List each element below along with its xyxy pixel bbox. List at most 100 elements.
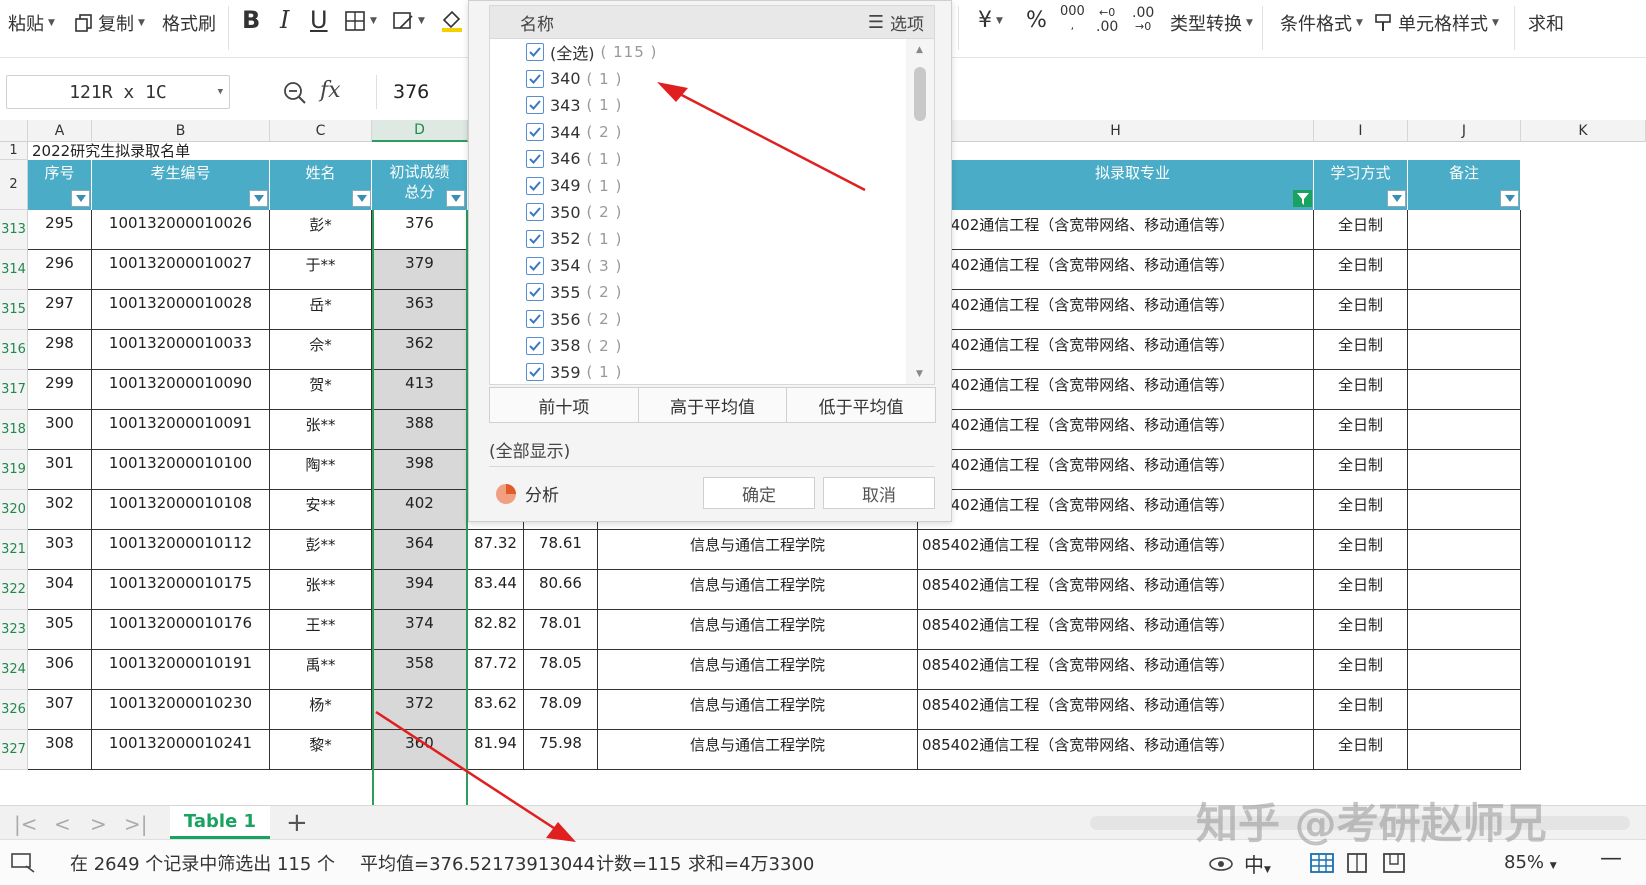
page-break-icon[interactable] — [1382, 852, 1406, 879]
cell-exam-no[interactable]: 100132000010033 — [92, 330, 270, 370]
analyze-button[interactable]: 分析 — [495, 481, 559, 506]
cell-exam-no[interactable]: 100132000010091 — [92, 410, 270, 450]
cell-score[interactable]: 362 — [372, 330, 468, 370]
cell-major[interactable]: 085402通信工程（含宽带网络、移动通信等） — [918, 530, 1314, 570]
row-header[interactable]: 322 — [0, 570, 28, 610]
show-all-option[interactable]: (全部显示) — [489, 433, 935, 467]
add-sheet-icon[interactable]: + — [286, 808, 308, 838]
cell-e[interactable]: 87.32 — [468, 530, 524, 570]
first-sheet-icon[interactable]: |< — [14, 812, 38, 836]
cell-seq[interactable]: 295 — [28, 210, 92, 250]
cell-e[interactable]: 87.72 — [468, 650, 524, 690]
row-header[interactable]: 320 — [0, 490, 28, 530]
cell-exam-no[interactable]: 100132000010112 — [92, 530, 270, 570]
filter-dropdown-study-mode[interactable] — [1387, 190, 1406, 207]
scroll-thumb[interactable] — [914, 67, 926, 121]
cell-name[interactable]: 佘* — [270, 330, 372, 370]
format-painter-button[interactable]: 格式刷 — [162, 10, 216, 36]
checkbox-checked-icon[interactable] — [526, 176, 544, 195]
cell-mode[interactable]: 全日制 — [1314, 210, 1408, 250]
zoom-level[interactable]: 85% ▼ — [1504, 852, 1557, 873]
cell-college[interactable]: 信息与通信工程学院 — [598, 610, 918, 650]
cell-mode[interactable]: 全日制 — [1314, 250, 1408, 290]
row-header[interactable]: 314 — [0, 250, 28, 290]
cell-college[interactable]: 信息与通信工程学院 — [598, 650, 918, 690]
filter-dropdown-name[interactable] — [352, 190, 371, 207]
top10-button[interactable]: 前十项 — [489, 387, 639, 423]
name-box[interactable]: 121R x 1C ▼ — [6, 75, 230, 109]
cell-seq[interactable]: 302 — [28, 490, 92, 530]
cell-name[interactable]: 张** — [270, 570, 372, 610]
cell-seq[interactable]: 305 — [28, 610, 92, 650]
cell-remark[interactable] — [1408, 490, 1521, 530]
cell-score[interactable]: 388 — [372, 410, 468, 450]
cell-score[interactable]: 379 — [372, 250, 468, 290]
cell-f[interactable]: 80.66 — [524, 570, 598, 610]
row-header[interactable]: 327 — [0, 730, 28, 770]
row-header[interactable]: 324 — [0, 650, 28, 690]
cell-remark[interactable] — [1408, 610, 1521, 650]
cell-seq[interactable]: 296 — [28, 250, 92, 290]
eye-protect-icon[interactable] — [1208, 852, 1234, 879]
cell-remark[interactable] — [1408, 690, 1521, 730]
cell-score[interactable]: 364 — [372, 530, 468, 570]
fill-color-button[interactable] — [440, 8, 464, 32]
cell-e[interactable]: 82.82 — [468, 610, 524, 650]
cell-score[interactable]: 402 — [372, 490, 468, 530]
scroll-down-icon[interactable]: ▼ — [916, 369, 923, 379]
filter-list-item[interactable]: 352 ( 1 ) — [526, 226, 622, 252]
cell-mode[interactable]: 全日制 — [1314, 570, 1408, 610]
cell-major[interactable]: 085402通信工程（含宽带网络、移动通信等） — [918, 250, 1314, 290]
filter-active-major[interactable] — [1293, 190, 1312, 207]
row-header[interactable]: 316 — [0, 330, 28, 370]
scroll-up-icon[interactable]: ▲ — [916, 45, 923, 55]
checkbox-checked-icon[interactable] — [526, 149, 544, 168]
cell-name[interactable]: 安** — [270, 490, 372, 530]
cell-major[interactable]: 085402通信工程（含宽带网络、移动通信等） — [918, 490, 1314, 530]
cell-major[interactable]: 085402通信工程（含宽带网络、移动通信等） — [918, 610, 1314, 650]
row-header[interactable]: 321 — [0, 530, 28, 570]
cell-remark[interactable] — [1408, 650, 1521, 690]
cell-name[interactable]: 彭* — [270, 210, 372, 250]
filter-dropdown-score[interactable] — [446, 190, 465, 207]
cell-seq[interactable]: 297 — [28, 290, 92, 330]
underline-button[interactable]: U — [310, 6, 328, 34]
filter-list-item[interactable]: 346 ( 1 ) — [526, 146, 622, 172]
cell-mode[interactable]: 全日制 — [1314, 290, 1408, 330]
format-cells-button[interactable]: ▼ — [392, 10, 425, 32]
cell-seq[interactable]: 306 — [28, 650, 92, 690]
select-all-corner[interactable] — [0, 120, 28, 142]
checkbox-checked-icon[interactable] — [526, 229, 544, 248]
conditional-format-button[interactable]: 条件格式 ▼ — [1280, 10, 1363, 36]
cell-exam-no[interactable]: 100132000010191 — [92, 650, 270, 690]
cell-major[interactable]: 085402通信工程（含宽带网络、移动通信等） — [918, 450, 1314, 490]
cell-e[interactable]: 83.62 — [468, 690, 524, 730]
cell-mode[interactable]: 全日制 — [1314, 410, 1408, 450]
cell-remark[interactable] — [1408, 730, 1521, 770]
cell-college[interactable]: 信息与通信工程学院 — [598, 730, 918, 770]
cell-major[interactable]: 085402通信工程（含宽带网络、移动通信等） — [918, 290, 1314, 330]
cell-seq[interactable]: 308 — [28, 730, 92, 770]
cell-remark[interactable] — [1408, 370, 1521, 410]
ok-button[interactable]: 确定 — [703, 477, 815, 509]
cell-name[interactable]: 陶** — [270, 450, 372, 490]
last-sheet-icon[interactable]: >| — [124, 812, 148, 836]
cell-score[interactable]: 360 — [372, 730, 468, 770]
cell-major[interactable]: 085402通信工程（含宽带网络、移动通信等） — [918, 650, 1314, 690]
cell-mode[interactable]: 全日制 — [1314, 690, 1408, 730]
filter-list-item[interactable]: 354 ( 3 ) — [526, 253, 622, 279]
cell-remark[interactable] — [1408, 530, 1521, 570]
checkbox-checked-icon[interactable] — [526, 43, 544, 61]
cell-f[interactable]: 75.98 — [524, 730, 598, 770]
checkbox-checked-icon[interactable] — [526, 283, 544, 302]
cell-exam-no[interactable]: 100132000010100 — [92, 450, 270, 490]
cell-score[interactable]: 358 — [372, 650, 468, 690]
cell-major[interactable]: 085402通信工程（含宽带网络、移动通信等） — [918, 570, 1314, 610]
cell-remark[interactable] — [1408, 450, 1521, 490]
checkbox-checked-icon[interactable] — [526, 336, 544, 355]
filter-list-item[interactable]: (全选) ( 115 ) — [526, 39, 657, 65]
cell-major[interactable]: 085402通信工程（含宽带网络、移动通信等） — [918, 730, 1314, 770]
cell-mode[interactable]: 全日制 — [1314, 730, 1408, 770]
cell-college[interactable]: 信息与通信工程学院 — [598, 530, 918, 570]
options-button[interactable]: ☰ 选项 — [868, 10, 924, 35]
